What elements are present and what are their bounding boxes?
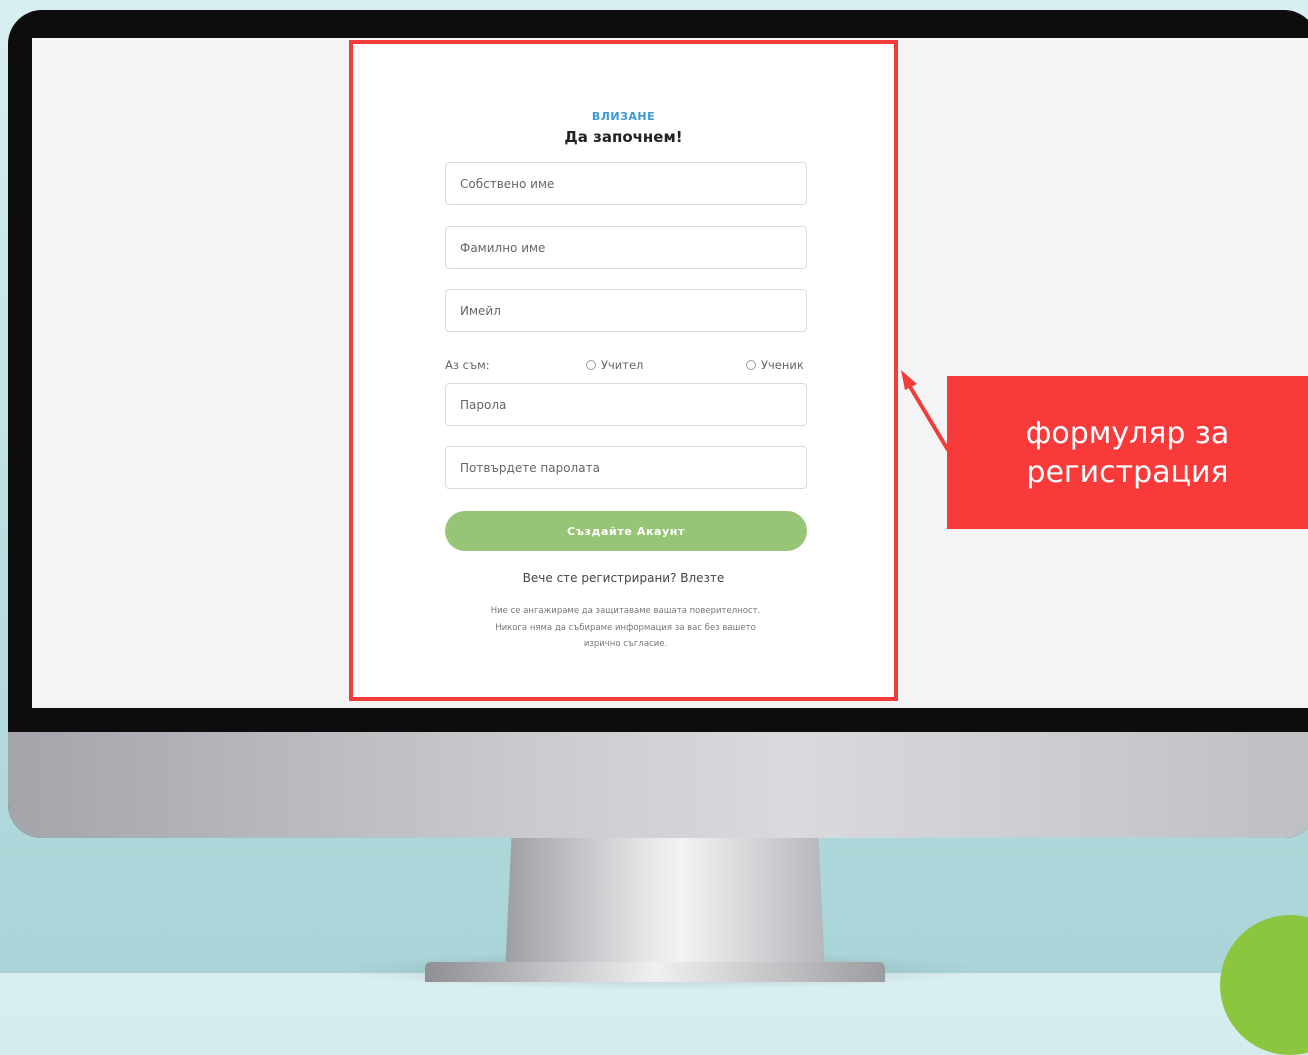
callout-text-line1: формуляр за xyxy=(1025,415,1230,451)
callout-box: формуляр за регистрация xyxy=(947,376,1308,529)
callout-text-line2: регистрация xyxy=(1026,454,1229,490)
